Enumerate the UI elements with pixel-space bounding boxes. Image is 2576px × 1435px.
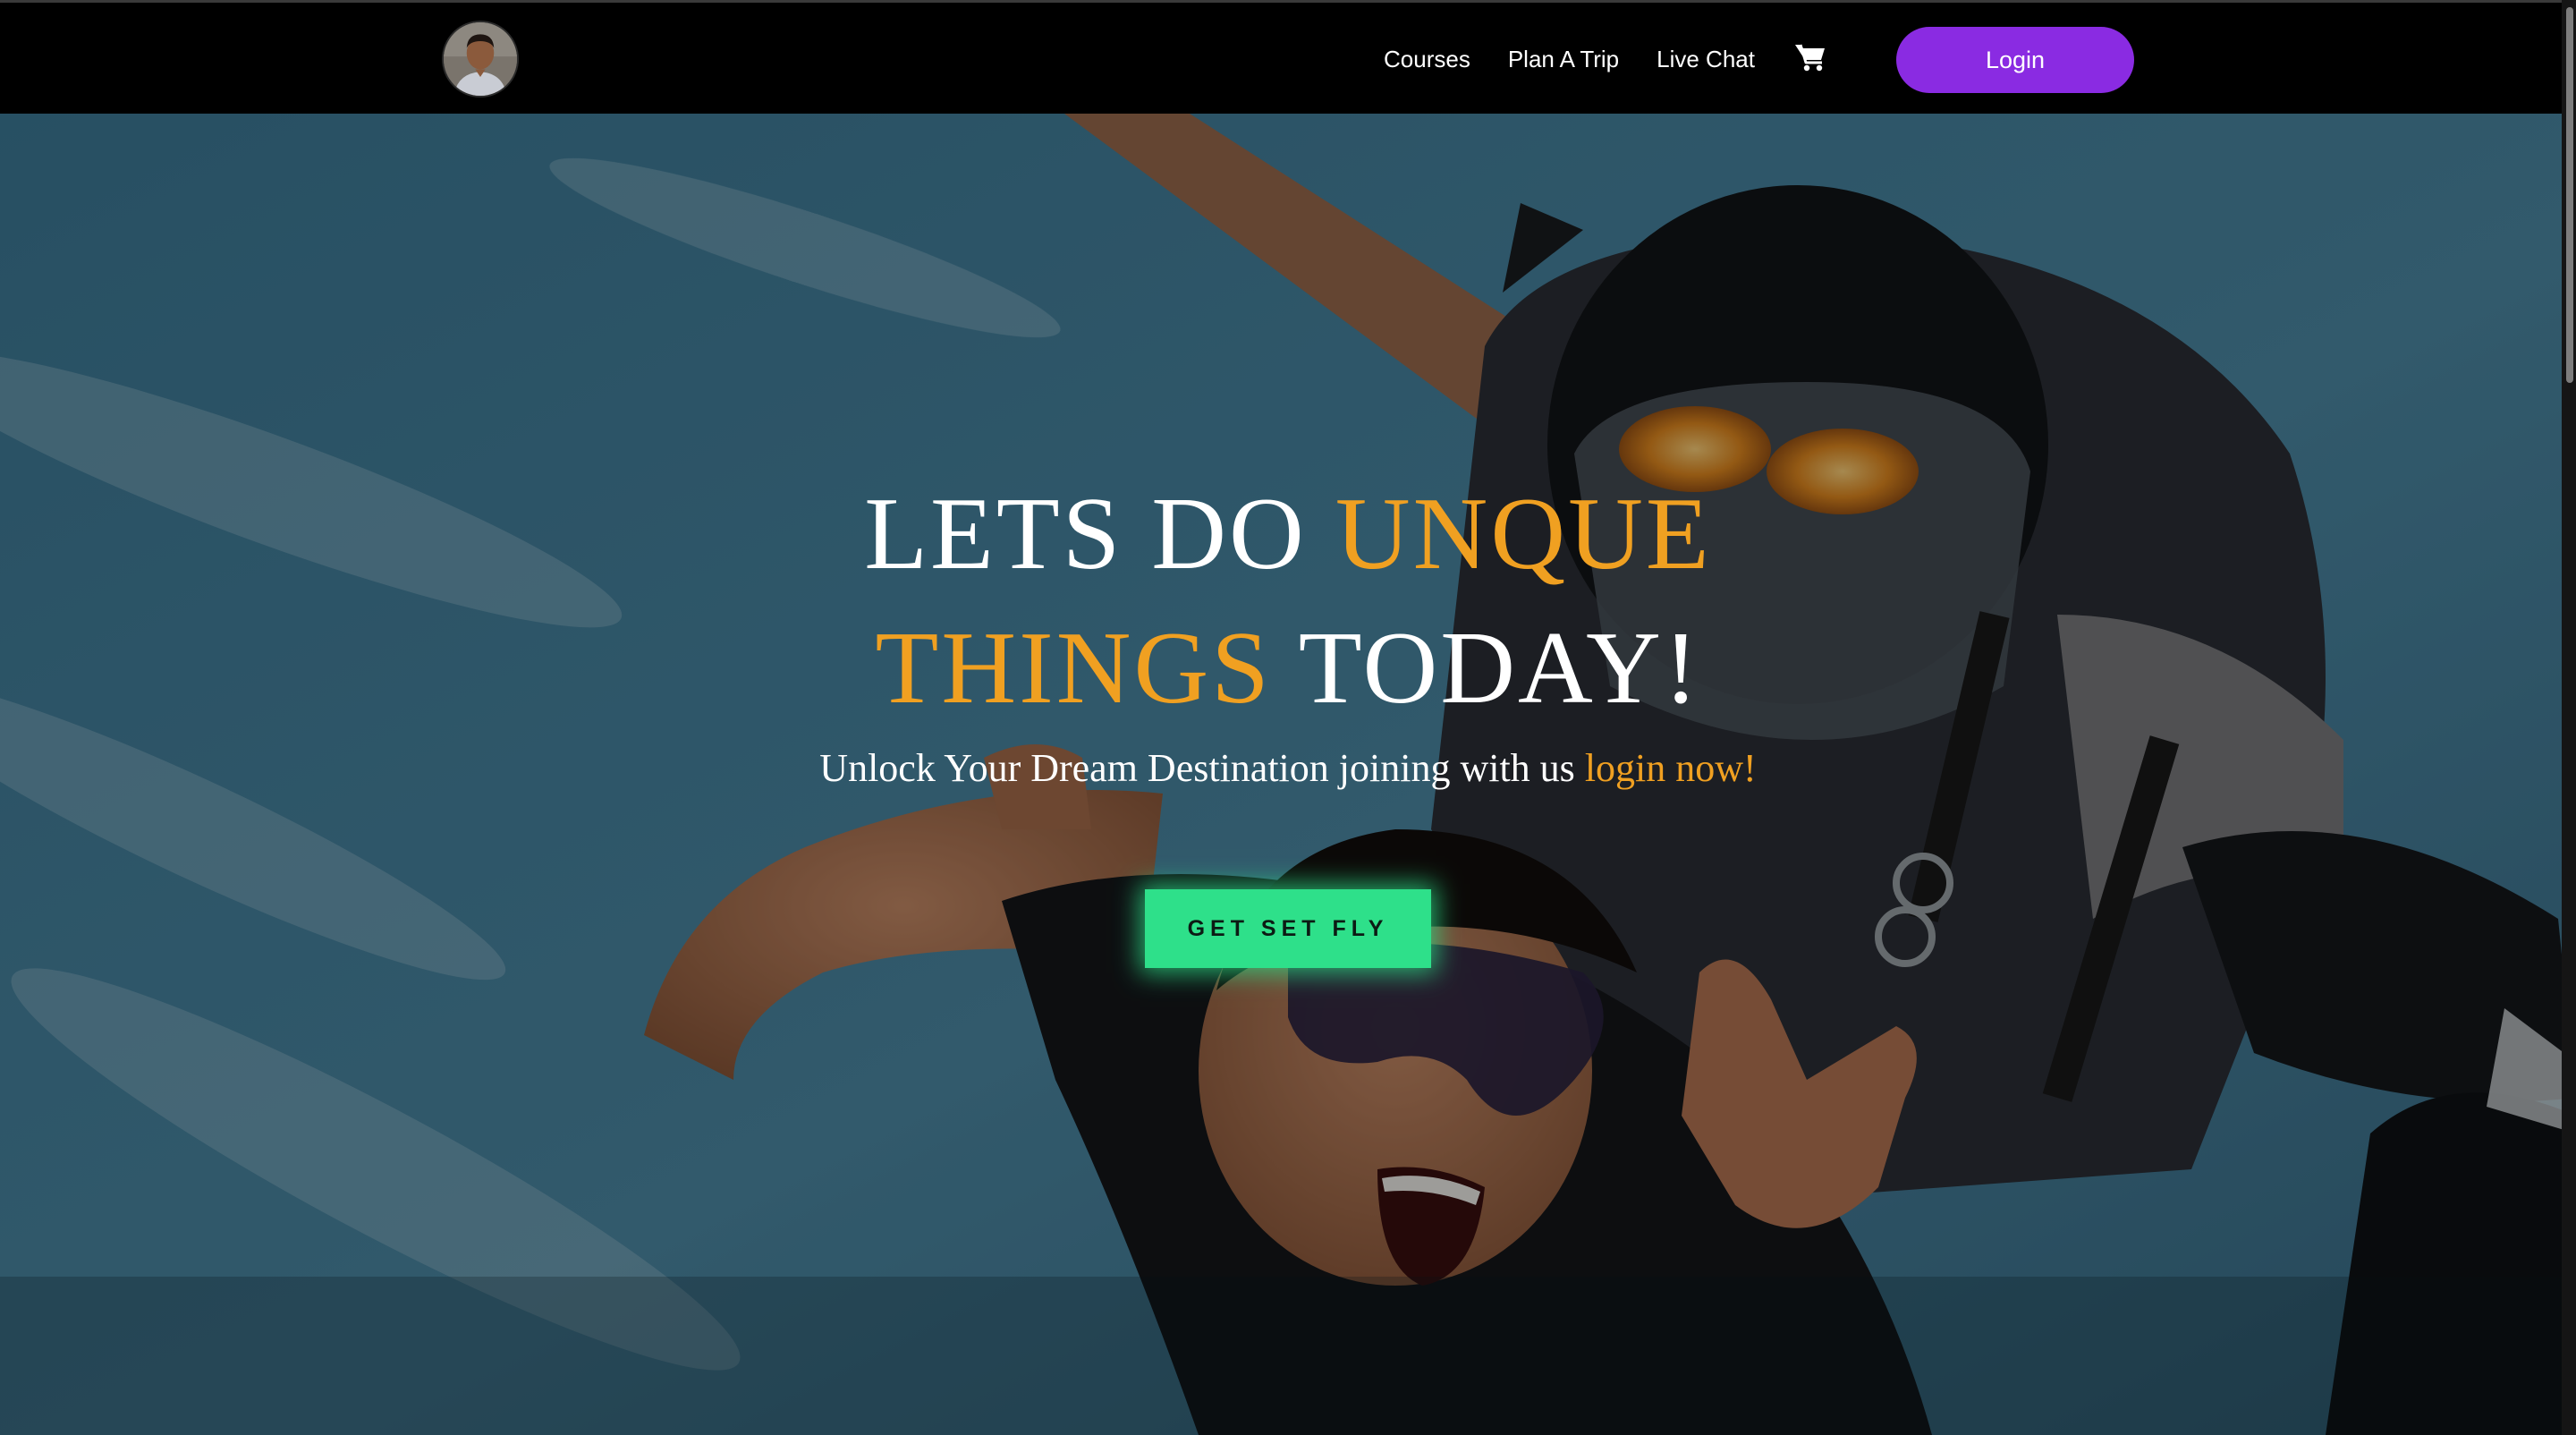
hero-subline: Unlock Your Dream Destination joining wi… [0, 745, 2576, 791]
nav-links: Courses Plan A Trip Live Chat [1384, 3, 1826, 116]
cart-icon[interactable] [1794, 42, 1826, 72]
subline-login-link[interactable]: login now! [1585, 746, 1757, 790]
hero-section: LETS DO UNQUE THINGS TODAY! Unlock Your … [0, 114, 2576, 1435]
profile-avatar[interactable] [442, 21, 519, 98]
avatar-image [444, 22, 517, 96]
headline-accent-2: THINGS [875, 611, 1272, 726]
get-set-fly-button[interactable]: GET SET FLY [1145, 889, 1431, 968]
scrollbar-thumb[interactable] [2566, 7, 2573, 383]
page: Courses Plan A Trip Live Chat Login LETS… [0, 0, 2576, 1435]
hero-headline: LETS DO UNQUE THINGS TODAY! [0, 467, 2576, 735]
headline-part-1: LETS DO [864, 477, 1335, 591]
headline-line-1: LETS DO UNQUE [0, 467, 2576, 601]
headline-line-2: THINGS TODAY! [0, 601, 2576, 735]
nav-link-plan-a-trip[interactable]: Plan A Trip [1508, 46, 1619, 73]
headline-part-2: TODAY! [1271, 611, 1701, 726]
login-button[interactable]: Login [1896, 27, 2134, 93]
headline-accent-1: UNQUE [1335, 477, 1712, 591]
subline-text: Unlock Your Dream Destination joining wi… [819, 746, 1585, 790]
nav-link-live-chat[interactable]: Live Chat [1657, 46, 1755, 73]
nav-link-courses[interactable]: Courses [1384, 46, 1470, 73]
page-scrollbar[interactable] [2562, 0, 2576, 1435]
navbar: Courses Plan A Trip Live Chat Login [0, 0, 2576, 114]
